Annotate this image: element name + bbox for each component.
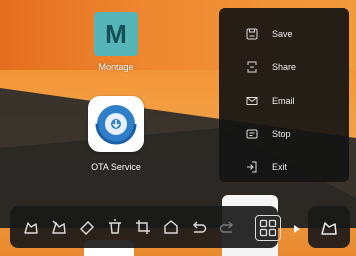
pen-tool-button[interactable] [20, 215, 42, 239]
montage-app-icon: M [94, 12, 138, 56]
app-label: Montage [98, 62, 134, 72]
home-icon [164, 220, 178, 234]
menu-item-label: Email [272, 96, 295, 106]
toolbar-collapse-arrow-icon[interactable] [292, 224, 302, 234]
menu-item-stop[interactable]: Stop [219, 120, 349, 148]
share-icon [245, 60, 259, 74]
menu-item-exit[interactable]: Exit [219, 153, 349, 181]
menu-item-label: Exit [272, 162, 288, 172]
home-tool-button[interactable] [160, 215, 182, 239]
more-grid-icon [259, 219, 277, 237]
undo-icon [193, 221, 207, 233]
redo-icon [219, 221, 233, 233]
ota-service-app-icon [88, 96, 144, 152]
save-icon [245, 27, 259, 41]
menu-item-label: Stop [272, 129, 291, 139]
email-icon [245, 94, 259, 108]
undo-button[interactable] [188, 215, 210, 239]
clear-tool-button[interactable] [104, 215, 126, 239]
pen-icon [321, 222, 337, 235]
more-button[interactable] [255, 215, 281, 241]
pen-icon [24, 222, 38, 234]
redo-button[interactable] [216, 215, 238, 239]
menu-item-save[interactable]: Save [219, 20, 349, 48]
clear-icon [109, 219, 121, 234]
app-label: OTA Service [91, 162, 141, 172]
floating-pen-button[interactable] [308, 206, 350, 248]
eraser-tool-button[interactable] [76, 215, 98, 239]
menu-item-label: Save [272, 29, 293, 39]
eraser-pen-tool-button[interactable] [48, 215, 70, 239]
eraser-icon [80, 221, 94, 235]
menu-item-email[interactable]: Email [219, 87, 349, 115]
crop-tool-button[interactable] [132, 215, 154, 239]
eraser-pen-icon [52, 220, 66, 234]
menu-item-label: Share [272, 62, 297, 72]
app-montage[interactable]: M Montage [84, 12, 148, 72]
menu-item-share[interactable]: Share [219, 53, 349, 81]
stop-icon [245, 127, 259, 141]
crop-icon [136, 220, 150, 234]
annotation-toolbar [10, 206, 281, 248]
app-ota-service[interactable]: OTA Service [78, 96, 154, 172]
montage-icon-letter: M [105, 19, 127, 49]
exit-icon [245, 160, 259, 174]
annotation-menu: Save Share Email Stop Exit [219, 8, 349, 182]
